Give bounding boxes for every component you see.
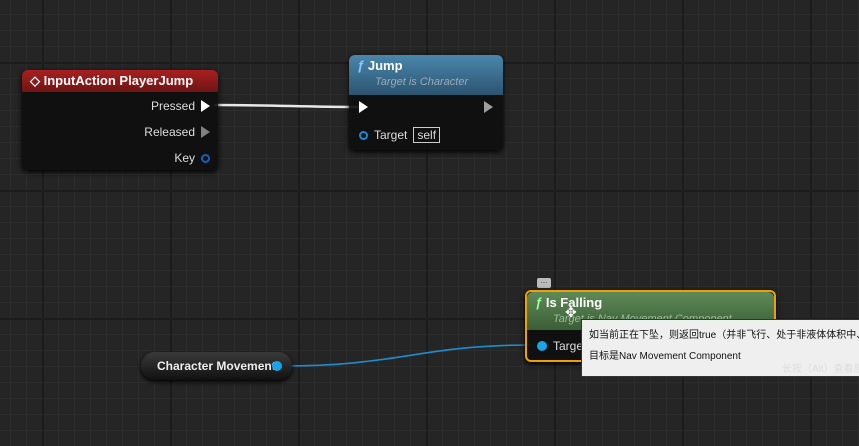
object-wire[interactable] <box>281 344 533 367</box>
function-icon: ƒ <box>535 295 546 310</box>
tooltip-hint: 长按（Alt）查看原生 <box>782 364 859 375</box>
tooltip-description: 如当前正在下坠，则返回true（并非飞行、处于非液体体积中、并非在 <box>589 330 859 341</box>
key-pin[interactable] <box>201 153 210 163</box>
pin-label-target: Target <box>374 128 408 142</box>
target-default-value: self <box>413 127 441 143</box>
jump-node[interactable]: ƒ Jump Target is Character Target self <box>349 55 503 150</box>
node-subtitle: Target is Character <box>375 76 469 88</box>
exec-out-pin[interactable] <box>484 101 493 113</box>
node-header: ◇ InputAction PlayerJump <box>22 70 218 92</box>
exec-pin-pressed[interactable] <box>201 100 210 112</box>
node-title: InputAction PlayerJump <box>43 73 194 88</box>
comment-bubble-button[interactable]: ... <box>537 277 551 288</box>
tooltip-target: 目标是Nav Movement Component <box>589 351 741 362</box>
exec-pin-released[interactable] <box>201 126 210 138</box>
node-header: ƒ Jump Target is Character <box>349 55 503 95</box>
function-icon: ƒ <box>357 58 368 73</box>
pin-label-released: Released <box>144 125 195 139</box>
exec-wire[interactable] <box>213 103 361 109</box>
character-movement-variable-node[interactable]: Character Movement <box>141 352 292 380</box>
move-cursor-icon: ✥ <box>565 304 577 320</box>
pin-label-pressed: Pressed <box>150 99 195 113</box>
target-pin[interactable] <box>537 341 547 351</box>
diamond-icon: ◇ <box>30 73 44 88</box>
node-title: Jump <box>367 58 403 73</box>
variable-label: Character Movement <box>157 359 276 373</box>
exec-in-pin[interactable] <box>359 101 368 113</box>
tooltip: 如当前正在下坠，则返回true（并非飞行、处于非液体体积中、并非在 目标是Nav… <box>581 319 859 377</box>
pin-label-key: Key <box>174 151 195 165</box>
input-action-node[interactable]: ◇ InputAction PlayerJump Pressed Release… <box>22 70 218 170</box>
target-pin[interactable] <box>359 130 368 140</box>
output-pin[interactable] <box>272 361 282 371</box>
